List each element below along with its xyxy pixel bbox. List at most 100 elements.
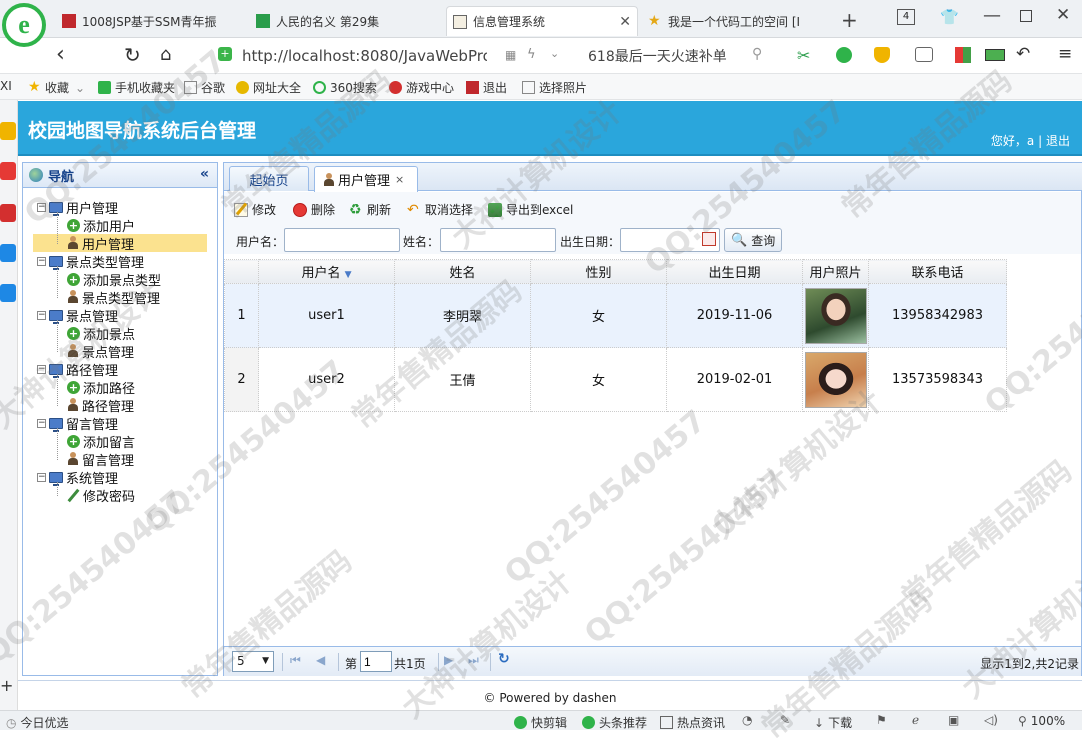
zoom-control[interactable]: ⚲ 100% <box>1018 714 1065 728</box>
ie-icon[interactable]: ℯ <box>912 713 919 727</box>
favorites-icon[interactable] <box>0 122 16 140</box>
collapse-icon[interactable]: « <box>200 166 209 182</box>
status-item[interactable]: 热点资讯 <box>660 714 725 731</box>
bookmark-item[interactable]: 谷歌 <box>184 79 225 96</box>
column-header-photo[interactable]: 用户照片 <box>802 259 869 284</box>
column-header-username[interactable]: 用户名 ▼ <box>258 259 395 284</box>
last-page-icon[interactable]: ⏭ <box>468 653 479 668</box>
tree-item[interactable]: + 添加景点 <box>67 324 135 343</box>
tree-item[interactable]: + 添加留言 <box>67 432 135 451</box>
app-icon[interactable] <box>0 162 16 180</box>
apps-icon[interactable] <box>955 47 971 63</box>
tree-item[interactable]: 修改密码 <box>67 486 135 505</box>
tab-user-management[interactable]: 用户管理 × <box>314 166 418 192</box>
tree-item[interactable]: + 添加用户 <box>67 216 135 235</box>
url-field[interactable]: http://localhost:8080/JavaWebProje <box>242 47 487 65</box>
notes-icon[interactable] <box>0 284 16 302</box>
browser-tab[interactable]: 1008JSP基于SSM青年振 <box>56 6 246 36</box>
mail-icon[interactable] <box>0 244 16 262</box>
add-icon[interactable]: + <box>0 676 13 695</box>
bookmark-item[interactable]: 游戏中心 <box>389 79 454 96</box>
column-header-gender[interactable]: 性别 <box>530 259 667 284</box>
refresh-icon[interactable]: ↻ <box>498 651 510 667</box>
cancel-select-button[interactable]: ↶ 取消选择 <box>407 201 473 218</box>
close-tab-icon[interactable]: ✕ <box>619 14 631 30</box>
bookmark-item[interactable]: 选择照片 <box>522 79 587 96</box>
speed-icon[interactable]: ◔ <box>742 713 752 727</box>
tool-icon[interactable]: ✎ <box>780 713 790 727</box>
browser-tab[interactable]: 人民的名义 第29集 <box>250 6 440 36</box>
screenshot-icon[interactable] <box>915 47 933 62</box>
page-size-select[interactable]: 5 ▼ <box>232 651 274 672</box>
tree-item[interactable]: + 添加景点类型 <box>67 270 161 289</box>
battery-icon[interactable] <box>985 49 1005 61</box>
status-left[interactable]: ◷ 今日优选 <box>6 714 69 731</box>
search-icon[interactable]: ⚲ <box>752 46 762 62</box>
status-item[interactable]: 头条推荐 <box>582 714 647 731</box>
delete-button[interactable]: 删除 <box>293 201 335 218</box>
browser-tab[interactable]: ★ 我是一个代码工的空间 [I <box>642 6 832 36</box>
collapse-toggle-icon[interactable]: − <box>37 310 46 320</box>
minimize-icon[interactable]: — <box>983 5 1001 26</box>
tab-count-badge[interactable]: 4 <box>897 9 915 25</box>
home-icon[interactable]: ⌂ <box>160 44 171 65</box>
tab-home[interactable]: 起始页 <box>229 166 309 191</box>
collapse-toggle-icon[interactable]: − <box>37 364 46 374</box>
logout-link[interactable]: 退出 <box>1046 134 1070 148</box>
chevron-down-icon[interactable]: ⌄ <box>550 47 559 60</box>
tree-item[interactable]: 景点类型管理 <box>67 288 160 307</box>
search-hint[interactable]: 618最后一天火速补单 <box>588 46 727 66</box>
maximize-icon[interactable] <box>1020 10 1032 22</box>
table-row[interactable]: 1 user1 李明翠 女 2019-11-06 13958342983 <box>224 283 1007 348</box>
back-icon[interactable]: ‹ <box>56 42 65 67</box>
tree-item[interactable]: 景点管理 <box>67 342 134 361</box>
collapse-toggle-icon[interactable]: − <box>37 256 46 266</box>
collapse-toggle-icon[interactable]: − <box>37 418 46 428</box>
reload-icon[interactable]: ↻ <box>124 43 141 67</box>
new-tab-icon[interactable]: + <box>841 8 858 32</box>
collapse-toggle-icon[interactable]: − <box>37 472 46 482</box>
column-header-phone[interactable]: 联系电话 <box>868 259 1007 284</box>
column-header-birth[interactable]: 出生日期 <box>666 259 803 284</box>
prev-page-icon[interactable]: ◀ <box>316 653 325 667</box>
tree-item[interactable]: 用户管理 <box>33 234 207 253</box>
tree-group[interactable]: − 系统管理 <box>37 468 118 487</box>
tree-item[interactable]: 留言管理 <box>67 450 134 469</box>
refresh-button[interactable]: ♻ 刷新 <box>349 201 391 218</box>
bookmark-item[interactable]: 退出 <box>466 79 507 96</box>
shirt-icon[interactable]: 👕 <box>940 8 959 26</box>
browser-tab-active[interactable]: 信息管理系统 ✕ <box>446 6 638 36</box>
export-excel-button[interactable]: 导出到excel <box>488 201 573 218</box>
tree-group[interactable]: − 路径管理 <box>37 360 118 379</box>
scissors-icon[interactable]: ✂ <box>797 46 810 65</box>
name-filter-input[interactable] <box>440 228 556 252</box>
close-window-icon[interactable]: ✕ <box>1056 5 1070 25</box>
shield-icon[interactable] <box>874 47 890 63</box>
username-filter-input[interactable] <box>284 228 400 252</box>
status-item[interactable]: ↓ 下载 <box>814 714 852 731</box>
search-button[interactable]: 🔍 查询 <box>724 228 783 252</box>
tree-item[interactable]: + 添加路径 <box>67 378 135 397</box>
speaker-icon[interactable]: ◁) <box>984 713 998 727</box>
next-page-icon[interactable]: ▶ <box>444 653 453 667</box>
tree-item[interactable]: 路径管理 <box>67 396 134 415</box>
tree-group[interactable]: − 景点管理 <box>37 306 118 325</box>
menu-icon[interactable]: ≡ <box>1058 44 1072 64</box>
tree-group[interactable]: − 用户管理 <box>37 198 118 217</box>
edit-button[interactable]: 修改 <box>234 201 276 218</box>
column-header-name[interactable]: 姓名 <box>394 259 531 284</box>
flag-icon[interactable]: ⚑ <box>876 713 887 727</box>
bookmark-item[interactable]: ★ 收藏 ⌄ <box>28 79 85 96</box>
window-icon[interactable]: ▣ <box>948 713 959 727</box>
bookmark-item[interactable]: 手机收藏夹 <box>98 79 175 96</box>
bookmark-item[interactable]: 网址大全 <box>236 79 301 96</box>
translate-icon[interactable] <box>836 47 852 63</box>
table-row[interactable]: 2 user2 王倩 女 2019-02-01 13573598343 <box>224 347 1007 412</box>
tree-group[interactable]: − 留言管理 <box>37 414 118 433</box>
status-item[interactable]: 快剪辑 <box>514 714 567 731</box>
tree-group[interactable]: − 景点类型管理 <box>37 252 144 271</box>
qr-icon[interactable]: ▦ <box>505 48 516 62</box>
close-tab-icon[interactable]: × <box>395 173 404 186</box>
undo-icon[interactable]: ↶ <box>1016 44 1030 64</box>
flash-icon[interactable]: ϟ <box>527 47 536 62</box>
